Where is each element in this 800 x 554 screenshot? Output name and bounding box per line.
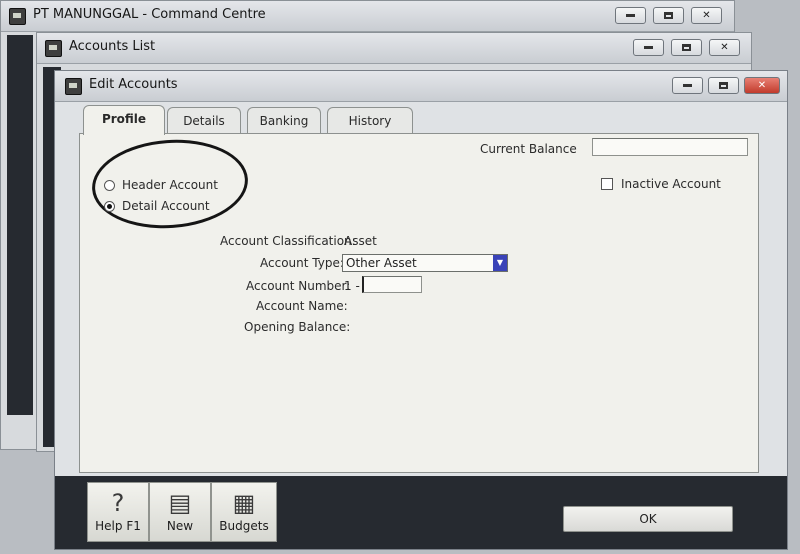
budgets-button[interactable]: ▦ Budgets [211, 482, 277, 542]
edit-accounts-window: Edit Accounts ✕ Profile Details Banking … [54, 70, 788, 550]
header-account-radio[interactable] [104, 180, 115, 191]
budgets-label: Budgets [219, 519, 269, 533]
tab-profile[interactable]: Profile [83, 105, 165, 135]
header-account-label[interactable]: Header Account [122, 178, 218, 192]
new-button[interactable]: ▤ New [149, 482, 211, 542]
edit-accounts-title: Edit Accounts [89, 77, 178, 92]
budgets-icon: ▦ [232, 489, 256, 517]
bottom-toolbar: ? Help F1 ▤ New ▦ Budgets OK [55, 476, 787, 549]
opening-balance-label: Opening Balance: [244, 320, 351, 334]
new-icon: ▤ [168, 489, 192, 517]
tab-history[interactable]: History [327, 107, 413, 133]
minimize-button[interactable] [672, 77, 703, 94]
new-label: New [166, 519, 194, 533]
edit-accounts-titlebar: Edit Accounts ✕ [55, 71, 787, 102]
help-button[interactable]: ? Help F1 [87, 482, 149, 542]
app-icon [9, 8, 26, 25]
inactive-account-checkbox[interactable] [601, 178, 613, 190]
maximize-button[interactable] [653, 7, 684, 24]
tab-banking[interactable]: Banking [247, 107, 321, 133]
inactive-account-label[interactable]: Inactive Account [621, 177, 721, 191]
command-centre-body [7, 35, 33, 415]
close-button[interactable]: ✕ [709, 39, 740, 56]
account-type-label: Account Type: [260, 256, 344, 270]
detail-account-radio[interactable] [104, 201, 115, 212]
account-name-label: Account Name: [256, 299, 348, 313]
ok-button[interactable]: OK [563, 506, 733, 532]
help-icon: ? [111, 489, 125, 517]
command-centre-title: PT MANUNGGAL - Command Centre [33, 7, 266, 22]
command-centre-titlebar: PT MANUNGGAL - Command Centre ✕ [1, 1, 734, 32]
chevron-down-icon[interactable]: ▼ [493, 255, 507, 271]
profile-panel: Current Balance Header Account Detail Ac… [79, 133, 759, 473]
minimize-button[interactable] [615, 7, 646, 24]
current-balance-label: Current Balance [480, 142, 577, 156]
account-number-prefix: 1 - [344, 279, 360, 293]
detail-account-label[interactable]: Detail Account [122, 199, 210, 213]
classification-value: Asset [344, 234, 377, 248]
account-type-value: Other Asset [346, 256, 417, 270]
accounts-list-title: Accounts List [69, 39, 156, 54]
account-number-field[interactable] [362, 276, 422, 293]
account-type-select[interactable]: Other Asset ▼ [342, 254, 508, 272]
app-icon [45, 40, 62, 57]
maximize-button[interactable] [671, 39, 702, 56]
close-button[interactable]: ✕ [744, 77, 780, 94]
account-number-label: Account Number: [246, 279, 351, 293]
tab-details[interactable]: Details [167, 107, 241, 133]
close-button[interactable]: ✕ [691, 7, 722, 24]
current-balance-field [592, 138, 748, 156]
app-icon [65, 78, 82, 95]
help-label: Help F1 [95, 519, 141, 533]
accounts-list-titlebar: Accounts List ✕ [37, 33, 751, 64]
classification-label: Account Classification: [220, 234, 356, 248]
maximize-button[interactable] [708, 77, 739, 94]
minimize-button[interactable] [633, 39, 664, 56]
